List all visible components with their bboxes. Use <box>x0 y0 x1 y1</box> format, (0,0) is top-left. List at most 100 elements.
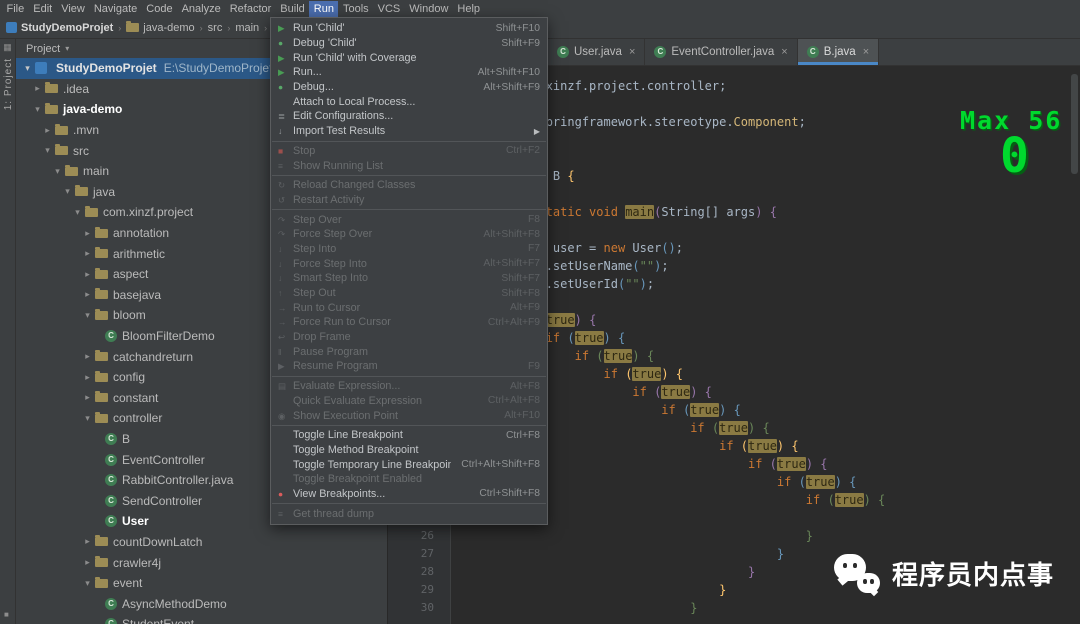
chevron-collapsed-icon[interactable]: ▸ <box>82 392 93 403</box>
run-menu-item-toggle-method-breakpoint[interactable]: Toggle Method Breakpoint <box>271 443 547 458</box>
bottom-tool-strip-icon[interactable]: ■ <box>4 610 9 619</box>
tab-b-java[interactable]: C B.java × <box>797 39 880 65</box>
class-icon: C <box>105 515 117 528</box>
chevron-expanded-icon[interactable]: ▾ <box>82 310 93 321</box>
breadcrumb-studydemoprojet[interactable]: StudyDemoProjet <box>5 22 114 34</box>
run-menu-item-edit-configurations[interactable]: ≣ Edit Configurations... <box>271 109 547 124</box>
tree-item-studentevent[interactable]: C StudentEvent <box>16 614 387 624</box>
tab-eventcontroller-java[interactable]: C EventController.java × <box>645 39 798 65</box>
line-number[interactable]: 28 <box>388 565 450 583</box>
chevron-collapsed-icon[interactable]: ▸ <box>82 536 93 547</box>
run-menu-item-toggle-line-breakpoint[interactable]: Toggle Line Breakpoint Ctrl+F8 <box>271 428 547 443</box>
run-menu-item-debug-child[interactable]: ● Debug 'Child' Shift+F9 <box>271 36 547 51</box>
run-menu-item-restart-activity: ↺ Restart Activity <box>271 193 547 208</box>
pause-icon: ‖ <box>278 346 282 357</box>
menubar-item-navigate[interactable]: Navigate <box>89 1 141 17</box>
menu-item-shortcut: Ctrl+Shift+F8 <box>479 488 540 500</box>
folder-icon <box>95 267 108 279</box>
tree-item-label: RabbitController.java <box>122 473 234 488</box>
code-token: } <box>747 565 756 579</box>
menubar-item-help[interactable]: Help <box>453 1 485 17</box>
tree-item-label: AsyncMethodDemo <box>122 596 227 611</box>
tree-item-countdownlatch[interactable]: ▸ countDownLatch <box>16 532 387 553</box>
chevron-collapsed-icon[interactable]: ▸ <box>82 269 93 280</box>
chevron-collapsed-icon[interactable]: ▸ <box>82 228 93 239</box>
chevron-expanded-icon[interactable]: ▾ <box>42 145 53 156</box>
menubar-item-edit[interactable]: Edit <box>29 1 57 17</box>
code-token: if <box>805 493 828 507</box>
run-menu-item-import-test-results[interactable]: ↓ Import Test Results ▶ <box>271 124 547 139</box>
project-tool-window-button[interactable]: 1: Project <box>3 58 14 110</box>
editor-scrollbar[interactable] <box>1071 74 1078 174</box>
menubar-item-tools[interactable]: Tools <box>338 1 373 17</box>
step-over-icon: ↷ <box>278 214 286 225</box>
tree-item-asyncmethoddemo[interactable]: C AsyncMethodDemo <box>16 593 387 614</box>
run-menu-item-resume-program: ▶ Resume Program F9 <box>271 359 547 374</box>
chevron-collapsed-icon[interactable]: ▸ <box>82 248 93 259</box>
menu-separator <box>272 503 546 505</box>
code-line[interactable]: } <box>451 529 1080 547</box>
menubar-item-refactor[interactable]: Refactor <box>225 1 276 17</box>
tab-user-java[interactable]: C User.java × <box>548 39 646 65</box>
breadcrumb-main[interactable]: main <box>234 22 260 34</box>
chevron-expanded-icon[interactable]: ▾ <box>72 207 83 218</box>
class-icon: C <box>105 432 117 445</box>
chevron-expanded-icon[interactable]: ▾ <box>32 104 43 115</box>
run-menu-item-view-breakpoints[interactable]: ● View Breakpoints... Ctrl+Shift+F8 <box>271 487 547 502</box>
tree-item-label: aspect <box>113 267 149 282</box>
tool-strip-icon[interactable]: ▦ <box>0 42 15 53</box>
menubar-item-build[interactable]: Build <box>276 1 309 17</box>
chevron-collapsed-icon[interactable]: ▸ <box>32 83 43 94</box>
line-number[interactable]: 26 <box>388 529 450 547</box>
menu-item-shortcut: F9 <box>527 360 540 372</box>
chevron-collapsed-icon[interactable]: ▸ <box>42 125 53 136</box>
menubar-item-vcs[interactable]: VCS <box>373 1 405 17</box>
breadcrumb-src[interactable]: src <box>207 22 224 34</box>
code-line[interactable]: } <box>451 601 1080 619</box>
chevron-expanded-icon[interactable]: ▾ <box>62 186 73 197</box>
menubar-item-analyze[interactable]: Analyze <box>177 1 225 17</box>
tree-item-label: constant <box>113 390 159 405</box>
run-menu-item-debug[interactable]: ● Debug... Alt+Shift+F9 <box>271 80 547 95</box>
run-menu-item-attach-to-local-process[interactable]: Attach to Local Process... <box>271 94 547 109</box>
tree-item-event[interactable]: ▾ event <box>16 573 387 594</box>
menubar-item-window[interactable]: Window <box>405 1 453 17</box>
run-menu-item-run-child[interactable]: ▶ Run 'Child' Shift+F10 <box>271 21 547 36</box>
menubar-item-view[interactable]: View <box>57 1 90 17</box>
line-number[interactable]: 27 <box>388 547 450 565</box>
tree-item-label: bloom <box>113 308 146 323</box>
line-number[interactable]: 29 <box>388 583 450 601</box>
tree-item-label: User <box>122 514 149 529</box>
menu-item-label: Debug 'Child' <box>293 37 357 50</box>
tab-close-icon[interactable]: × <box>781 46 787 58</box>
chevron-expanded-icon[interactable]: ▾ <box>52 166 63 177</box>
tab-close-icon[interactable]: × <box>629 46 635 58</box>
run-menu-item-run-child-with-coverage[interactable]: ▶ Run 'Child' with Coverage <box>271 50 547 65</box>
chevron-collapsed-icon[interactable]: ▸ <box>82 557 93 568</box>
menu-item-shortcut: Shift+F8 <box>501 287 540 299</box>
reload-icon: ↻ <box>278 180 286 191</box>
run-menu-item-evaluate-expression: ▤ Evaluate Expression... Alt+F8 <box>271 379 547 394</box>
line-number[interactable]: 30 <box>388 601 450 619</box>
tab-close-icon[interactable]: × <box>863 46 869 58</box>
tree-item-label: annotation <box>113 226 170 241</box>
step-out-icon: ↑ <box>278 288 283 299</box>
chevron-expanded-icon[interactable]: ▾ <box>82 413 93 424</box>
score-zero: 0 <box>1000 128 1029 184</box>
run-menu-item-run[interactable]: ▶ Run... Alt+Shift+F10 <box>271 65 547 80</box>
tree-item-crawler4j[interactable]: ▸ crawler4j <box>16 552 387 573</box>
menubar-item-run[interactable]: Run <box>309 0 339 17</box>
chevron-collapsed-icon[interactable]: ▸ <box>82 289 93 300</box>
chevron-collapsed-icon[interactable]: ▸ <box>82 351 93 362</box>
chevron-collapsed-icon[interactable]: ▸ <box>82 372 93 383</box>
run-menu-item-toggle-temporary-line-breakpoint[interactable]: Toggle Temporary Line Breakpoint Ctrl+Alt… <box>271 457 547 472</box>
chevron-expanded-icon[interactable]: ▾ <box>82 578 93 589</box>
menubar-item-file[interactable]: File <box>2 1 29 17</box>
menubar-item-code[interactable]: Code <box>142 1 177 17</box>
breadcrumb-java-demo[interactable]: java-demo <box>125 21 195 34</box>
menu-item-shortcut: Ctrl+Alt+F8 <box>487 395 540 407</box>
code-token: ) { <box>834 475 857 489</box>
chevron-expanded-icon[interactable]: ▾ <box>22 63 33 74</box>
import-icon: ↓ <box>278 126 283 137</box>
